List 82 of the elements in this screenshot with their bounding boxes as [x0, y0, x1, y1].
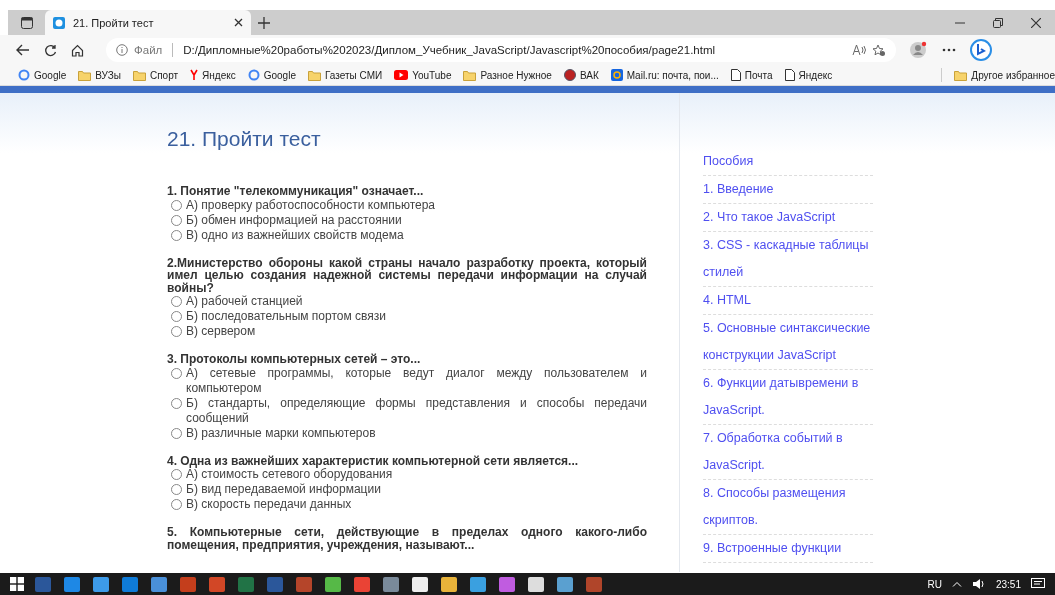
bookmark-item[interactable]: Яндекс — [784, 69, 833, 81]
answer-option: А) стоимость сетевого оборудования — [186, 467, 647, 482]
close-icon[interactable] — [234, 18, 243, 27]
answer-option: Б) стандарты, определяющие формы представления и способы передачи сообщений — [186, 395, 647, 426]
taskbar-app-icon[interactable] — [555, 575, 575, 593]
bookmark-item[interactable]: YouTube — [394, 69, 452, 81]
folder-icon — [954, 69, 968, 81]
sidebar-link[interactable]: 2. Что такое JavaScript — [703, 204, 873, 232]
answer-option: А) проверку работоспособности компьютера — [186, 197, 647, 213]
star-plus-icon[interactable] — [872, 43, 886, 57]
question-text: 4. Одна из важнейших характеристик компьютерной сети является... — [167, 454, 580, 467]
taskbar-app-icon[interactable] — [526, 575, 546, 593]
page-icon — [730, 69, 741, 81]
language-indicator[interactable]: RU — [927, 578, 942, 590]
other-favorites-folder[interactable]: Другое избранное — [954, 69, 1055, 81]
volume-icon[interactable] — [971, 578, 986, 590]
bookmark-item[interactable]: Газеты СМИ — [307, 69, 383, 81]
taskbar-app-icon[interactable] — [410, 575, 430, 593]
letter-y-icon — [190, 69, 199, 81]
bookmark-item[interactable]: ВУЗы — [78, 69, 121, 81]
page-icon — [784, 69, 795, 81]
sidebar-link[interactable]: 1. Введение — [703, 176, 873, 204]
bookmark-item[interactable]: Google — [18, 69, 67, 81]
answer-option: В) одно из важнейших свойств модема — [186, 227, 647, 243]
chevron-up-icon[interactable] — [951, 581, 962, 587]
read-aloud-icon[interactable] — [852, 44, 866, 56]
sidebar-link[interactable]: Пособия — [703, 148, 873, 176]
question-text: 3. Протоколы компьютерных сетей – это... — [167, 353, 422, 366]
folder-icon — [132, 69, 146, 81]
info-icon — [116, 44, 128, 56]
chat-bubble-icon[interactable] — [970, 39, 992, 61]
question-text: 1. Понятие "телекоммуникация" означает... — [167, 185, 425, 198]
folder-icon — [463, 69, 477, 81]
folder-icon — [307, 69, 321, 81]
windows-start-icon[interactable] — [10, 577, 24, 591]
tab-title: 21. Пройти тест — [73, 16, 155, 29]
restore-icon — [993, 17, 1003, 28]
answer-option: Б) вид передаваемой информации — [186, 482, 647, 497]
notification-icon[interactable] — [1031, 578, 1045, 590]
bookmark-item[interactable]: Разное Нужное — [463, 69, 552, 81]
bookmark-item[interactable]: Mail.ru: почта, пои... — [610, 69, 719, 81]
profile-avatar-icon[interactable] — [910, 41, 928, 59]
taskbar-app-icon[interactable] — [439, 575, 459, 593]
address-bar[interactable]: Файл D:/Дипломные%20работы%202023/Диплом_Учебник_JavaScript/Javascript%20пособия/page21.html — [106, 38, 896, 62]
answer-option: А) рабочей станцией — [186, 294, 647, 309]
bookmark-item[interactable]: ВАК — [563, 69, 599, 81]
sidebar-link[interactable]: 9. Встроенные функции — [703, 535, 873, 563]
emblem-icon — [563, 69, 576, 81]
bookmark-item[interactable]: Спорт — [132, 69, 179, 81]
folder-icon — [78, 69, 92, 81]
clock-time[interactable]: 23:51 — [995, 578, 1021, 590]
answer-option: Б) последовательным портом связи — [186, 309, 647, 324]
taskbar-app-icon[interactable] — [468, 575, 488, 593]
question-text: 5. Компьютерные сети, действующие в пределах одного какого-либо помещения, предприятия, учреждения, называют... — [167, 526, 647, 551]
taskbar-app-icon[interactable] — [323, 575, 343, 593]
page-heading: 21. Пройти тест — [167, 127, 322, 151]
sidebar-link[interactable]: 8. Способы размещения скриптов. — [703, 480, 873, 535]
reload-button[interactable] — [44, 43, 57, 57]
sidebar-link[interactable]: 7. Обработка событий в JavaScript. — [703, 425, 873, 480]
play-icon — [394, 70, 409, 80]
sidebar-link[interactable]: 5. Основные синтаксические конструкции JavaScript — [703, 315, 873, 370]
answer-option: В) сервером — [186, 324, 647, 339]
answer-option: В) различные марки компьютеров — [186, 425, 647, 441]
bookmark-item[interactable]: Яндекс — [190, 69, 236, 81]
bookmark-item[interactable]: Почта — [730, 69, 773, 81]
more-icon[interactable] — [942, 48, 956, 52]
close-icon — [1031, 17, 1041, 28]
sidebar-link[interactable]: 3. CSS - каскадные таблицы стилей — [703, 232, 873, 287]
home-button[interactable] — [71, 43, 84, 57]
browser-tab[interactable]: 21. Пройти тест — [45, 10, 251, 35]
taskbar-app-icon[interactable] — [91, 575, 111, 593]
globe-icon — [53, 16, 65, 29]
plus-icon — [258, 16, 270, 29]
answer-option: В) скорость передачи данных — [186, 497, 647, 512]
answer-option: Б) обмен информацией на расстоянии — [186, 212, 647, 228]
question-text: 2.Министерство обороны какой страны начало разработку проекта, который имел целью создания надежной системы передачи информации на случай войны? — [167, 256, 647, 294]
tabs-icon — [20, 16, 33, 29]
back-button[interactable] — [16, 44, 30, 56]
sidebar-link[interactable]: 4. HTML — [703, 287, 873, 315]
bookmark-item[interactable]: Google — [247, 69, 296, 81]
answer-option: А) сетевые программы, которые ведут диалог между пользователем и компьютером — [186, 365, 647, 396]
sidebar-link[interactable]: 6. Функции датывремени в JavaScript. — [703, 370, 873, 425]
